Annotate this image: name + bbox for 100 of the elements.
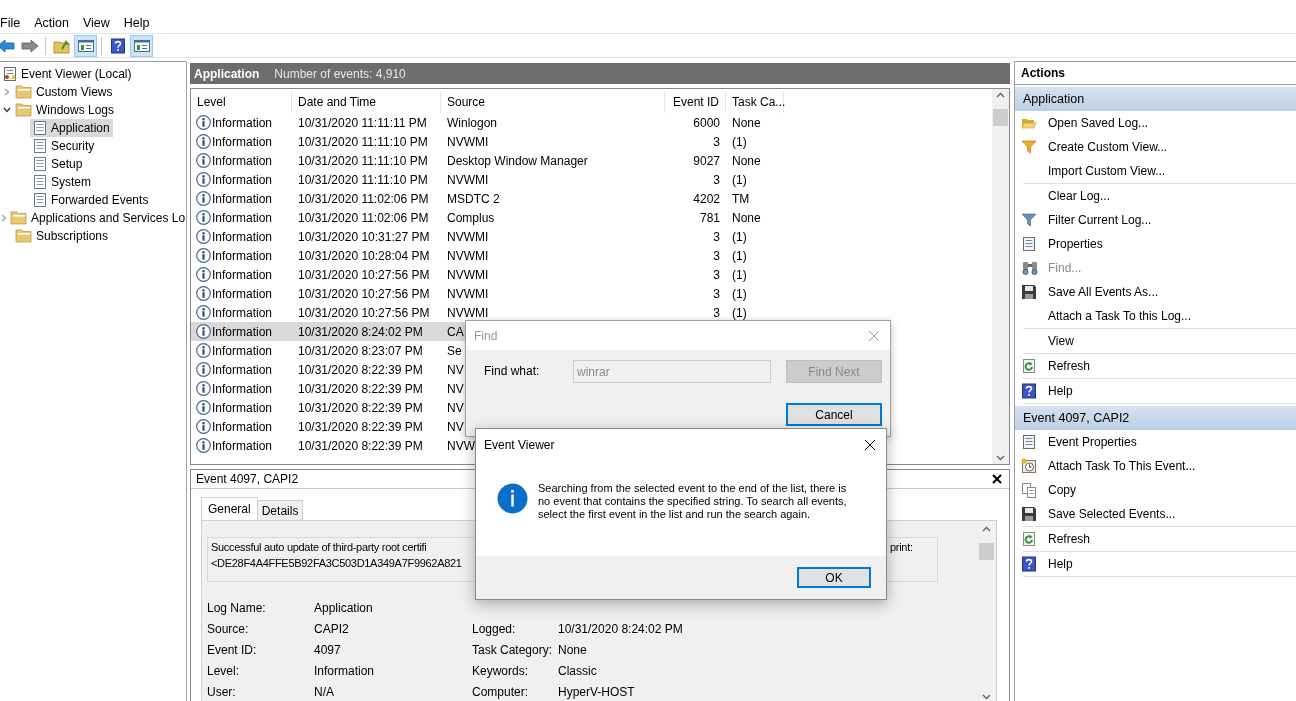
table-cell-text: Information	[212, 171, 273, 189]
table-cell: 3	[713, 134, 720, 149]
field-value: HyperV-HOST	[558, 684, 635, 699]
field-label: Keywords:	[472, 663, 529, 678]
table-cell-text: Information	[212, 190, 273, 208]
dialog-title: Find	[474, 327, 498, 345]
message-text: <DE28F4A4FFE5B92FA3C503D1A349A7F9962A821	[211, 556, 462, 571]
table-cell: NVWMI	[447, 229, 489, 244]
event-count: Number of events: 4,910	[274, 65, 406, 83]
field-label: Source:	[207, 621, 249, 636]
table-cell: Desktop Window Manager	[447, 153, 588, 168]
table-cell: 10/31/2020 10:27:56 PM	[298, 267, 430, 282]
table-cell-text: Information	[212, 323, 273, 341]
message-text: print:	[890, 540, 913, 555]
list-title: Application	[194, 65, 260, 83]
table-cell-text: Information	[212, 437, 273, 455]
table-cell: 3	[713, 267, 720, 282]
table-cell: 10/31/2020 10:27:56 PM	[298, 305, 430, 320]
table-cell: 10/31/2020 8:22:39 PM	[298, 419, 423, 434]
table-cell: 10/31/2020 8:22:39 PM	[298, 400, 423, 415]
table-cell: 3	[713, 172, 720, 187]
table-cell: (1)	[732, 134, 747, 149]
field-label: User:	[207, 684, 236, 699]
table-cell: 3	[713, 286, 720, 301]
field-label: Find what:	[484, 363, 541, 380]
table-cell: TM	[732, 191, 750, 206]
field-value: 4097	[314, 642, 341, 657]
pane-title: Actions	[1015, 62, 1296, 85]
table-cell-text: Information	[212, 418, 273, 436]
table-cell: (1)	[732, 229, 747, 244]
table-cell: 9027	[693, 153, 720, 168]
table-cell-text: Information	[212, 228, 273, 246]
field-label: Level:	[207, 663, 240, 678]
table-cell-text: Information	[212, 266, 273, 284]
field-value: None	[558, 642, 587, 657]
table-cell: 781	[699, 210, 720, 225]
table-cell: 10/31/2020 11:02:06 PM	[298, 191, 429, 206]
table-cell-text: Information	[212, 399, 273, 417]
table-cell: 10/31/2020 11:02:06 PM	[298, 210, 429, 225]
table-cell-text: Information	[212, 114, 273, 132]
field-value: Information	[314, 663, 375, 678]
table-cell: NVWMI	[447, 286, 489, 301]
table-cell-text: Information	[212, 361, 273, 379]
table-cell: 10/31/2020 10:31:27 PM	[298, 229, 430, 244]
table-cell: 10/31/2020 8:23:07 PM	[298, 343, 423, 358]
field-label: Log Name:	[207, 600, 266, 615]
table-cell-text: Information	[212, 342, 273, 360]
table-cell: (1)	[732, 267, 747, 282]
table-cell: Winlogon	[447, 115, 498, 130]
table-cell: 10/31/2020 8:22:39 PM	[298, 362, 423, 377]
dialog-title: Event Viewer	[484, 436, 555, 454]
table-cell: MSDTC 2	[447, 191, 500, 206]
table-cell: NVWMI	[447, 134, 489, 149]
pane-title: Event 4097, CAPI2	[196, 471, 299, 488]
field-label: Computer:	[472, 684, 529, 699]
table-cell: NV	[447, 419, 464, 434]
field-value: CAPI2	[314, 621, 349, 636]
field-label: Logged:	[472, 621, 516, 636]
table-cell: 3	[713, 305, 720, 320]
table-cell: (1)	[732, 172, 747, 187]
table-cell: Complus	[447, 210, 495, 225]
table-cell: (1)	[732, 286, 747, 301]
table-cell: 6000	[693, 115, 720, 130]
message-text: Searching from the selected event to the end of the list, there is no event that contains the specified string. To search all events, select the first event in the list and run the search again.	[538, 482, 848, 521]
field-value: Application	[314, 600, 373, 615]
table-cell: 10/31/2020 11:11:10 PM	[298, 134, 428, 149]
table-cell: None	[732, 153, 761, 168]
table-cell: (1)	[732, 305, 747, 320]
table-cell: 4202	[693, 191, 720, 206]
table-cell: NV	[447, 400, 464, 415]
table-cell: (1)	[732, 248, 747, 263]
field-label: Task Category:	[472, 642, 553, 657]
table-cell: Se	[447, 343, 462, 358]
table-cell: NVWMI	[447, 267, 489, 282]
table-cell: 3	[713, 229, 720, 244]
table-cell: NVW	[447, 438, 475, 453]
table-cell: 10/31/2020 8:24:02 PM	[298, 324, 423, 339]
table-cell: 10/31/2020 8:22:39 PM	[298, 381, 423, 396]
table-cell: NV	[447, 381, 464, 396]
table-cell: 10/31/2020 11:11:11 PM	[298, 115, 427, 130]
table-cell: 10/31/2020 11:11:10 PM	[298, 172, 428, 187]
message-text: Successful auto update of third-party root certifi	[211, 540, 427, 555]
table-cell: 3	[713, 248, 720, 263]
table-cell-text: Information	[212, 247, 273, 265]
table-cell-text: Information	[212, 133, 273, 151]
field-label: Event ID:	[207, 642, 257, 657]
table-cell-text: Information	[212, 209, 273, 227]
field-value: Classic	[558, 663, 597, 678]
table-cell: NVWMI	[447, 248, 489, 263]
field-value: 10/31/2020 8:24:02 PM	[558, 621, 683, 636]
table-cell: 10/31/2020 10:28:04 PM	[298, 248, 430, 263]
table-cell: 10/31/2020 11:11:10 PM	[298, 153, 428, 168]
table-cell-text: Information	[212, 152, 273, 170]
table-cell-text: Information	[212, 304, 273, 322]
table-cell: NVWMI	[447, 305, 489, 320]
table-cell-text: Information	[212, 380, 273, 398]
table-cell: 10/31/2020 10:27:56 PM	[298, 286, 430, 301]
table-cell: None	[732, 210, 761, 225]
table-cell: CA	[447, 324, 464, 339]
table-cell: NVWMI	[447, 172, 489, 187]
